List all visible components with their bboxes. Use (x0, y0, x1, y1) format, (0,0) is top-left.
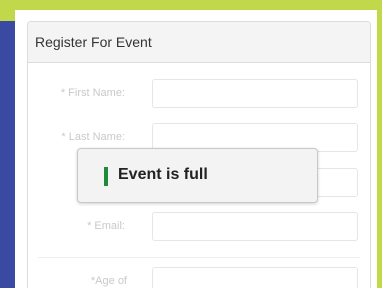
first-name-row: * First Name: (28, 79, 370, 111)
toast-message: Event is full (118, 166, 208, 183)
first-name-label: * First Name: (60, 87, 125, 99)
email-label: * Email: (87, 220, 125, 232)
toast-accent-bar (104, 167, 108, 186)
first-name-input[interactable] (152, 79, 358, 108)
age-row: *Age of (28, 267, 370, 288)
email-field[interactable] (152, 212, 358, 241)
age-label: *Age of (90, 275, 127, 287)
page-background-right (377, 0, 382, 288)
panel-header: Register For Event (28, 22, 370, 63)
last-name-label: * Last Name: (61, 131, 125, 143)
form-divider (38, 257, 360, 258)
event-full-toast: Event is full (77, 148, 318, 203)
email-row: * Email: (28, 212, 370, 244)
age-input[interactable] (152, 267, 358, 288)
panel-title: Register For Event (35, 34, 152, 50)
